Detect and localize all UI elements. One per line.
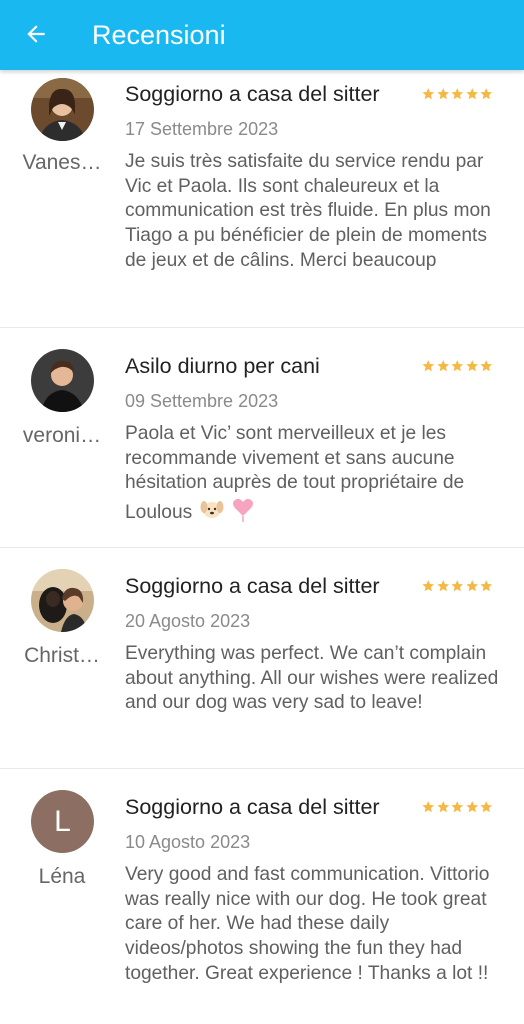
star-icon (465, 88, 478, 100)
star-icon (451, 801, 464, 813)
review-text: Je suis très satisfaite du service rendu… (125, 151, 491, 271)
star-icon (422, 801, 435, 813)
star-icon (422, 360, 435, 372)
star-icon (422, 88, 435, 100)
reviewer-photo (31, 78, 94, 141)
dog-face-icon (200, 498, 224, 528)
reviewer-name: Christ… (24, 644, 100, 667)
review-item: veroni… Asilo diurno per cani 09 Settemb… (0, 327, 524, 548)
star-icon (436, 360, 449, 372)
avatar-initial: L (31, 790, 94, 853)
reviewer-name: Léna (38, 865, 86, 888)
star-icon (451, 580, 464, 592)
star-icon (436, 88, 449, 100)
star-icon (480, 360, 493, 372)
review-item: Vanes… Soggiorno a casa del sitter 17 Se… (0, 70, 524, 328)
reviewer-photo (31, 569, 94, 632)
review-item: L Léna Soggiorno a casa del sitter 10 Ag… (0, 768, 524, 1024)
star-rating (421, 87, 494, 101)
star-icon (465, 801, 478, 813)
back-button[interactable] (14, 12, 58, 56)
review-date: 17 Settembre 2023 (125, 119, 279, 139)
service-type: Soggiorno a casa del sitter (125, 82, 380, 106)
star-rating (421, 359, 494, 373)
avatar[interactable] (31, 569, 94, 632)
reviewer-photo (31, 349, 94, 412)
review-text: Everything was perfect. We can’t complai… (125, 643, 499, 714)
service-type: Asilo diurno per cani (125, 354, 320, 378)
avatar[interactable]: L (31, 790, 94, 853)
star-rating (421, 579, 494, 593)
review-date: 20 Agosto 2023 (125, 611, 251, 631)
reviewer-name: Vanes… (22, 151, 102, 174)
star-icon (480, 801, 493, 813)
service-type: Soggiorno a casa del sitter (125, 574, 380, 598)
star-icon (436, 580, 449, 592)
service-type: Soggiorno a casa del sitter (125, 795, 380, 819)
star-icon (451, 360, 464, 372)
review-date: 09 Settembre 2023 (125, 391, 279, 411)
reviewer-name: veroni… (22, 424, 102, 447)
star-icon (480, 580, 493, 592)
review-item: Christ… Soggiorno a casa del sitter 20 A… (0, 547, 524, 769)
avatar[interactable] (31, 78, 94, 141)
review-text: Paola et Vic’ sont merveilleux et je les… (125, 422, 509, 530)
review-date: 10 Agosto 2023 (125, 832, 251, 852)
star-icon (465, 360, 478, 372)
arrow-left-icon (27, 25, 45, 43)
star-icon (451, 88, 464, 100)
review-list[interactable]: Vanes… Soggiorno a casa del sitter 17 Se… (0, 70, 524, 1024)
star-icon (422, 580, 435, 592)
star-icon (436, 801, 449, 813)
star-icon (465, 580, 478, 592)
star-rating (421, 800, 494, 814)
review-text-content: Paola et Vic’ sont merveilleux et je les… (125, 423, 465, 524)
star-icon (480, 88, 493, 100)
app-bar: Recensioni (0, 0, 524, 70)
review-text: Very good and fast communication. Vittor… (125, 864, 490, 984)
avatar[interactable] (31, 349, 94, 412)
pink-heart-icon (231, 496, 255, 530)
page-title: Recensioni (92, 20, 226, 50)
